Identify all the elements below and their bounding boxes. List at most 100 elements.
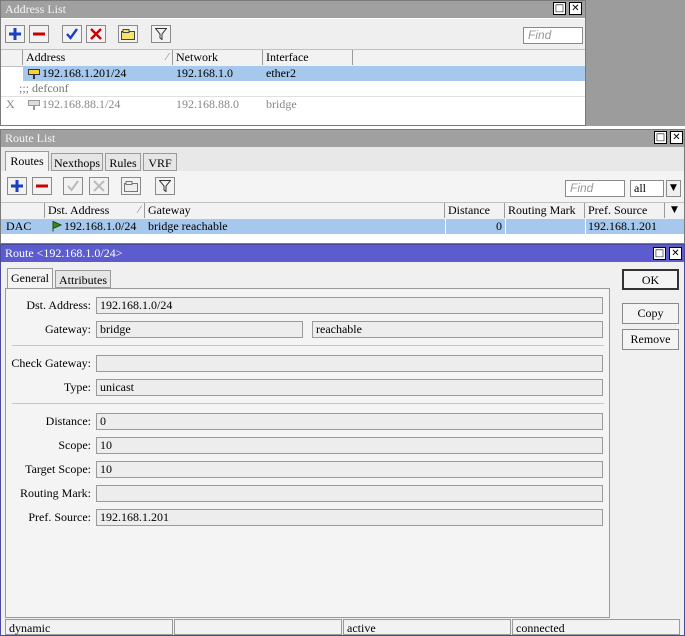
close-icon[interactable]: ✕ [569, 2, 582, 15]
x-icon [90, 28, 102, 40]
maximize-icon[interactable]: □ [654, 131, 667, 144]
route-list-window: Route List □ ✕ Routes Nexthops Rules VRF… [0, 129, 685, 244]
pref-source-column-label: Pref. Source [588, 203, 648, 217]
address-cell: 192.168.88.1/24 [42, 97, 121, 111]
interface-cell: ether2 [266, 66, 296, 80]
add-button[interactable] [5, 25, 25, 43]
route-active-icon [52, 221, 62, 232]
sort-indicator-icon: ⁄ [138, 205, 140, 216]
routing-mark-column-header[interactable]: Routing Mark [505, 203, 585, 218]
route-list-titlebar[interactable]: Route List [1, 130, 684, 147]
table-row[interactable]: X 192.168.88.1/24 192.168.88.0 bridge [1, 96, 585, 112]
distance-cell: 0 [496, 219, 502, 233]
route-find-input[interactable]: Find [565, 180, 625, 197]
minus-icon [33, 32, 45, 36]
filter-select[interactable]: all [630, 180, 664, 197]
gateway-column-header[interactable]: Gateway [145, 203, 445, 218]
distance-column-header[interactable]: Distance [445, 203, 505, 218]
route-dialog-title: Route <192.168.1.0/24> [5, 246, 123, 260]
dst-address-label: Dst. Address: [26, 298, 91, 312]
close-icon[interactable]: ✕ [670, 131, 683, 144]
gateway-state-field: reachable [312, 321, 603, 338]
comment-button[interactable] [121, 177, 141, 195]
interface-cell: bridge [266, 97, 297, 111]
dst-address-column-header[interactable]: Dst. Address ⁄ [45, 203, 145, 218]
address-toolbar: Find [1, 19, 585, 49]
column-menu-icon[interactable]: ▼ [667, 203, 682, 218]
network-cell: 192.168.88.0 [176, 97, 239, 111]
enable-button[interactable] [62, 25, 82, 43]
gateway-cell: bridge reachable [148, 219, 228, 233]
close-icon[interactable]: ✕ [669, 247, 682, 260]
filter-icon [159, 180, 171, 192]
dst-address-field[interactable]: 192.168.1.0/24 [96, 297, 603, 314]
comment-icon [124, 180, 138, 192]
address-find-input[interactable]: Find [523, 27, 583, 44]
check-gateway-field[interactable] [96, 355, 603, 372]
status-empty [174, 619, 342, 635]
route-toolbar: Find all ▼ [1, 171, 684, 203]
maximize-icon[interactable]: □ [653, 247, 666, 260]
comment-icon [121, 28, 135, 40]
plus-icon [9, 28, 21, 40]
distance-column-label: Distance [448, 203, 490, 217]
address-column-header[interactable]: Address ⁄ [23, 50, 173, 65]
interface-column-label: Interface [266, 50, 309, 64]
pref-source-field[interactable]: 192.168.1.201 [96, 509, 603, 526]
target-scope-field[interactable]: 10 [96, 461, 603, 478]
ok-button[interactable]: OK [622, 269, 679, 290]
filter-select-value: all [634, 181, 646, 195]
tab-routes[interactable]: Routes [5, 151, 49, 171]
flag-column-header[interactable] [1, 50, 23, 65]
chevron-down-icon[interactable]: ▼ [666, 180, 681, 197]
tab-vrf[interactable]: VRF [143, 153, 177, 171]
table-row[interactable]: 192.168.1.201/24 192.168.1.0 ether2 [1, 66, 585, 81]
pref-source-cell: 192.168.1.201 [588, 219, 657, 233]
remove-button[interactable] [29, 25, 49, 43]
address-table-header: Address ⁄ Network Interface [1, 49, 585, 67]
filler-column-header [353, 50, 585, 65]
disable-button[interactable] [86, 25, 106, 43]
filter-button[interactable] [155, 177, 175, 195]
address-list-window: Address List □ ✕ Find Address ⁄ Network … [0, 0, 586, 126]
remove-button[interactable]: Remove [622, 329, 679, 350]
gateway-field[interactable]: bridge [96, 321, 303, 338]
type-label: Type: [63, 380, 91, 394]
routing-mark-field[interactable] [96, 485, 603, 502]
tab-attributes[interactable]: Attributes [55, 270, 111, 288]
gateway-column-label: Gateway [148, 203, 191, 217]
address-list-titlebar[interactable]: Address List [1, 1, 585, 18]
flags-column-header[interactable] [1, 203, 45, 218]
copy-button[interactable]: Copy [622, 303, 679, 324]
route-dialog-titlebar[interactable]: Route <192.168.1.0/24> [1, 245, 684, 262]
tab-general[interactable]: General [7, 268, 53, 288]
pref-source-column-header[interactable]: Pref. Source [585, 203, 665, 218]
pref-source-label: Pref. Source: [28, 510, 91, 524]
target-scope-label: Target Scope: [25, 462, 91, 476]
tab-nexthops[interactable]: Nexthops [51, 153, 103, 171]
interface-column-header[interactable]: Interface [263, 50, 353, 65]
comment-button[interactable] [118, 25, 138, 43]
divider [12, 403, 604, 404]
network-column-header[interactable]: Network [173, 50, 263, 65]
tab-rules[interactable]: Rules [105, 153, 141, 171]
plus-icon [11, 180, 23, 192]
dst-address-cell: 192.168.1.0/24 [64, 219, 137, 233]
distance-field[interactable]: 0 [96, 413, 603, 430]
scope-field[interactable]: 10 [96, 437, 603, 454]
enable-button[interactable] [63, 177, 83, 195]
address-icon [28, 69, 40, 79]
comment-row[interactable]: ;;; defconf [1, 81, 585, 96]
type-field[interactable]: unicast [96, 379, 603, 396]
remove-button[interactable] [32, 177, 52, 195]
gateway-label: Gateway: [45, 322, 91, 336]
filter-button[interactable] [151, 25, 171, 43]
route-flags-cell: DAC [6, 219, 32, 233]
dst-address-column-label: Dst. Address [48, 203, 110, 217]
comment-text: ;;; defconf [19, 81, 69, 95]
network-column-label: Network [176, 50, 218, 64]
maximize-icon[interactable]: □ [553, 2, 566, 15]
add-button[interactable] [7, 177, 27, 195]
disable-button[interactable] [89, 177, 109, 195]
table-row[interactable]: DAC 192.168.1.0/24 bridge reachable 0 19… [1, 219, 684, 234]
